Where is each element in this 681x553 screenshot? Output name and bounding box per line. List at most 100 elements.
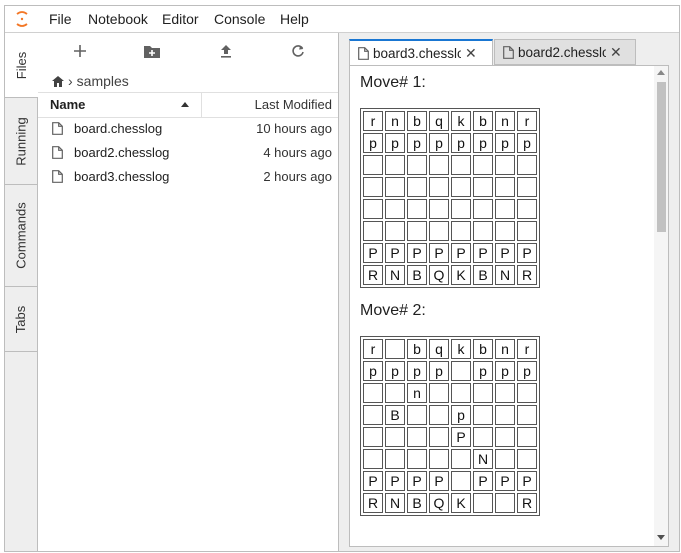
board-rank: pppppppp — [363, 133, 537, 153]
board-rank: N — [363, 449, 537, 469]
column-modified-header[interactable]: Last Modified — [255, 97, 332, 112]
board-square: P — [517, 243, 537, 263]
breadcrumb-separator: › — [68, 73, 73, 89]
close-icon[interactable]: ✕ — [465, 45, 477, 62]
menu-notebook[interactable]: Notebook — [88, 11, 148, 27]
board-square: n — [495, 339, 515, 359]
board-square: P — [363, 471, 383, 491]
board-square — [451, 449, 471, 469]
board-square: P — [451, 427, 471, 447]
menu-editor[interactable]: Editor — [162, 11, 199, 27]
file-modified: 4 hours ago — [263, 145, 332, 160]
upload-button[interactable] — [214, 41, 238, 61]
board-square — [429, 155, 449, 175]
file-name: board.chesslog — [74, 121, 163, 136]
file-row[interactable]: board.chesslog 10 hours ago — [38, 117, 338, 141]
board-square: P — [517, 471, 537, 491]
home-icon[interactable] — [52, 75, 64, 87]
board-square: p — [451, 405, 471, 425]
board-square: P — [363, 243, 383, 263]
board-square — [495, 427, 515, 447]
board-square — [517, 449, 537, 469]
file-modified: 2 hours ago — [263, 169, 332, 184]
scroll-down-icon[interactable] — [657, 535, 665, 540]
file-icon — [358, 47, 369, 60]
sidebar-tab-running[interactable]: Running — [5, 98, 37, 185]
board-square — [473, 199, 493, 219]
board-square: b — [407, 339, 427, 359]
scrollbar-thumb[interactable] — [657, 82, 666, 232]
board-square: Q — [429, 265, 449, 285]
board-square: q — [429, 339, 449, 359]
file-row[interactable]: board3.chesslog 2 hours ago — [38, 165, 338, 189]
board-square: P — [473, 243, 493, 263]
board-square — [451, 221, 471, 241]
board-square: N — [385, 493, 405, 513]
refresh-button[interactable] — [286, 41, 310, 61]
new-launcher-button[interactable] — [68, 41, 92, 61]
board-square: p — [495, 133, 515, 153]
board-square — [407, 427, 427, 447]
new-folder-icon — [144, 46, 160, 58]
board-square: P — [407, 243, 427, 263]
sidebar-tab-commands[interactable]: Commands — [5, 185, 37, 287]
board-square — [517, 155, 537, 175]
document-area: board3.chesslog ✕ board2.chesslog ✕ Move… — [343, 33, 679, 551]
board-square — [517, 427, 537, 447]
board-square: K — [451, 265, 471, 285]
column-divider[interactable] — [201, 93, 202, 117]
board-square: n — [495, 111, 515, 131]
file-browser-toolbar — [38, 33, 338, 67]
board-square — [473, 177, 493, 197]
board-square: p — [473, 133, 493, 153]
close-icon[interactable]: ✕ — [610, 44, 622, 61]
board-square — [429, 383, 449, 403]
doc-tab-active[interactable]: board3.chesslog ✕ — [349, 39, 493, 66]
doc-tab-label: board3.chesslog — [373, 46, 461, 61]
sidebar-tab-files[interactable]: Files — [5, 33, 38, 98]
board-square — [473, 427, 493, 447]
board-square — [363, 449, 383, 469]
board-rank: PPPPPPPP — [363, 243, 537, 263]
sidebar-tab-tabs[interactable]: Tabs — [5, 287, 37, 352]
board-square — [495, 449, 515, 469]
file-row[interactable]: board2.chesslog 4 hours ago — [38, 141, 338, 165]
board-rank: ppppppp — [363, 361, 537, 381]
board-square: K — [451, 493, 471, 513]
sidebar-tab-label: Running — [13, 116, 29, 166]
board-rank — [363, 221, 537, 241]
board-square: P — [385, 243, 405, 263]
file-name: board2.chesslog — [74, 145, 170, 160]
scroll-up-icon[interactable] — [657, 70, 665, 75]
board-square: p — [517, 133, 537, 153]
column-name-header[interactable]: Name — [50, 97, 85, 112]
board-square — [363, 199, 383, 219]
board-square — [495, 405, 515, 425]
board-square: r — [517, 339, 537, 359]
board-square — [407, 449, 427, 469]
board-square: q — [429, 111, 449, 131]
board-square: b — [473, 111, 493, 131]
board-square — [407, 221, 427, 241]
board-square: P — [429, 471, 449, 491]
menu-help[interactable]: Help — [280, 11, 309, 27]
breadcrumb-folder[interactable]: samples — [77, 73, 129, 89]
menu-console[interactable]: Console — [214, 11, 265, 27]
board-square — [495, 199, 515, 219]
board-square — [517, 383, 537, 403]
board-square: b — [407, 111, 427, 131]
board-square — [451, 361, 471, 381]
board-square — [451, 177, 471, 197]
sidebar-tab-bar: Files Running Commands Tabs — [5, 33, 38, 551]
board-square — [385, 177, 405, 197]
board-square — [363, 177, 383, 197]
menu-file[interactable]: File — [49, 11, 72, 27]
board-square: k — [451, 111, 471, 131]
board-square: R — [517, 265, 537, 285]
board-square: B — [385, 405, 405, 425]
new-folder-button[interactable] — [140, 41, 164, 61]
doc-tab[interactable]: board2.chesslog ✕ — [494, 39, 636, 65]
vertical-scrollbar[interactable] — [654, 66, 668, 546]
board-square: p — [429, 133, 449, 153]
board-square — [517, 405, 537, 425]
